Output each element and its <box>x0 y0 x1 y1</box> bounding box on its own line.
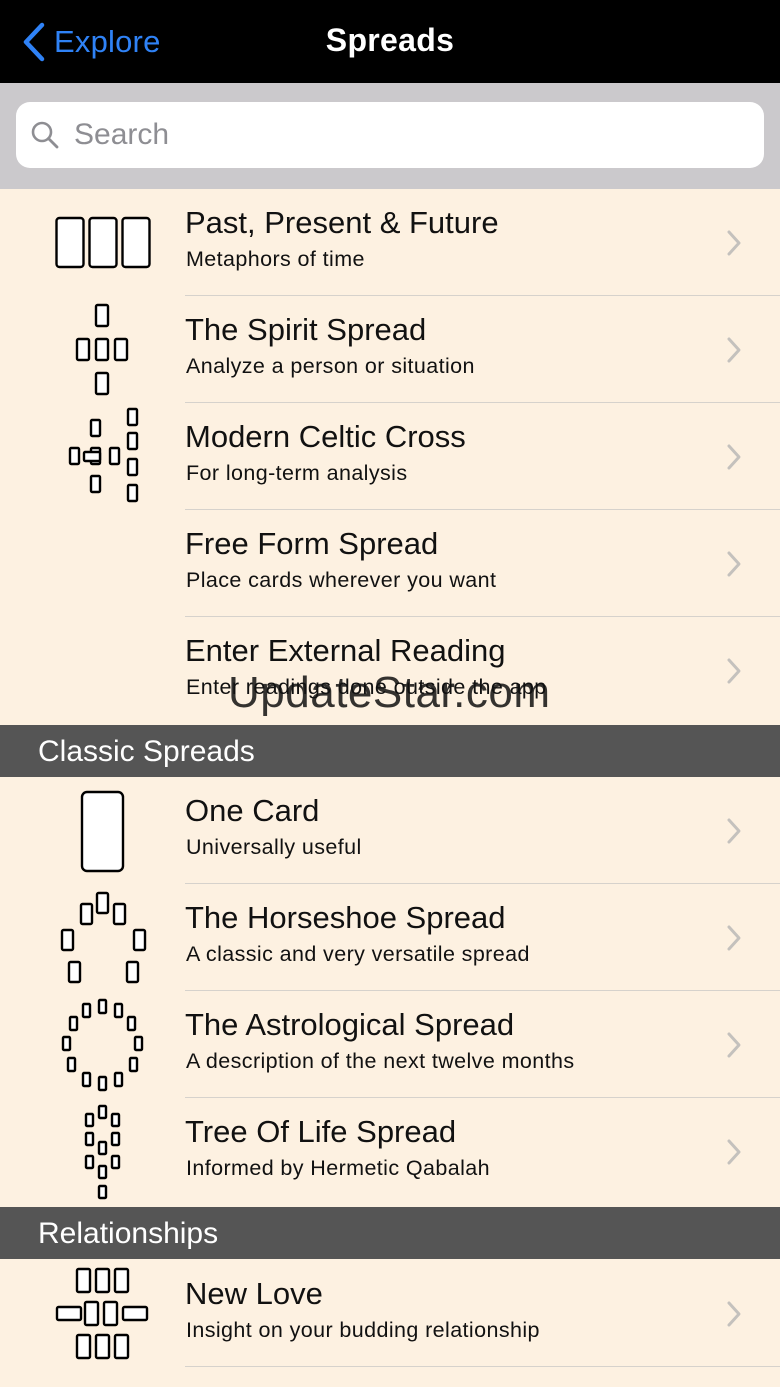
list-item-title: Past, Present & Future <box>185 205 499 240</box>
row-divider <box>185 1366 780 1367</box>
list-item-subtitle: A description of the next twelve months <box>186 1049 575 1073</box>
section-header-relationships: Relationships <box>0 1207 780 1259</box>
list-item-subtitle: Analyze a person or situation <box>186 354 475 378</box>
list-item-subtitle: For long-term analysis <box>186 461 408 485</box>
chevron-right-icon <box>727 818 741 844</box>
page-title: Spreads <box>325 22 455 58</box>
list-item-free-form-spread[interactable]: Free Form Spread Place cards wherever yo… <box>0 510 780 617</box>
list-item-modern-celtic-cross[interactable]: Modern Celtic Cross For long-term analys… <box>0 403 780 510</box>
list-item-subtitle: Insight on your budding relationship <box>186 1318 540 1342</box>
section-header-label: Relationships <box>38 1217 219 1250</box>
section-header-label: Classic Spreads <box>38 735 255 768</box>
three-card-row-icon <box>48 189 158 296</box>
list-item-enter-external-reading[interactable]: Enter External Reading Enter readings do… <box>0 617 780 724</box>
chevron-right-icon <box>727 1032 741 1058</box>
chevron-right-icon <box>727 230 741 256</box>
single-card-icon <box>48 777 158 884</box>
list-item-title: The Spirit Spread <box>185 312 427 347</box>
chevron-right-icon <box>727 658 741 684</box>
list-item-past-present-future[interactable]: Past, Present & Future Metaphors of time <box>0 189 780 296</box>
list-item-title: Enter External Reading <box>185 633 506 668</box>
chevron-right-icon <box>727 551 741 577</box>
list-item-subtitle: Place cards wherever you want <box>186 568 497 592</box>
tree-of-life-icon <box>48 1098 158 1205</box>
list-item-astrological-spread[interactable]: The Astrological Spread A description of… <box>0 991 780 1098</box>
chevron-right-icon <box>727 337 741 363</box>
new-love-icon <box>48 1260 158 1367</box>
list-item-subtitle: A classic and very versatile spread <box>186 942 530 966</box>
list-item-one-card[interactable]: One Card Universally useful <box>0 777 780 884</box>
chevron-right-icon <box>727 925 741 951</box>
spirit-cross-icon <box>48 296 158 403</box>
search-bar <box>0 83 780 189</box>
list-item-subtitle: Metaphors of time <box>186 247 365 271</box>
list-item-title: Free Form Spread <box>185 526 439 561</box>
search-field[interactable] <box>16 102 764 168</box>
list-item-title: Tree Of Life Spread <box>185 1114 457 1149</box>
list-item-new-love[interactable]: New Love Insight on your budding relatio… <box>0 1260 780 1367</box>
list-item-title: Modern Celtic Cross <box>185 419 466 454</box>
list-item-title: The Astrological Spread <box>185 1007 515 1042</box>
list-item-title: The Horseshoe Spread <box>185 900 506 935</box>
chevron-right-icon <box>727 1301 741 1327</box>
list-item-subtitle: Universally useful <box>186 835 362 859</box>
list-item-title: One Card <box>185 793 320 828</box>
section-header-classic-spreads: Classic Spreads <box>0 725 780 777</box>
list-item-horseshoe-spread[interactable]: The Horseshoe Spread A classic and very … <box>0 884 780 991</box>
list-item-subtitle: Informed by Hermetic Qabalah <box>186 1156 490 1180</box>
navigation-bar: Explore Spreads <box>0 0 780 83</box>
list-item-tree-of-life-spread[interactable]: Tree Of Life Spread Informed by Hermetic… <box>0 1098 780 1205</box>
list-item-title: New Love <box>185 1276 323 1311</box>
list-item-spirit-spread[interactable]: The Spirit Spread Analyze a person or si… <box>0 296 780 403</box>
astrological-circle-icon <box>48 991 158 1098</box>
search-input[interactable] <box>72 117 716 153</box>
search-icon <box>31 121 59 149</box>
horseshoe-icon <box>48 884 158 991</box>
chevron-right-icon <box>727 1139 741 1165</box>
list-item-subtitle: Enter readings done outside the app <box>186 675 547 699</box>
chevron-right-icon <box>727 444 741 470</box>
celtic-cross-icon <box>48 403 158 510</box>
